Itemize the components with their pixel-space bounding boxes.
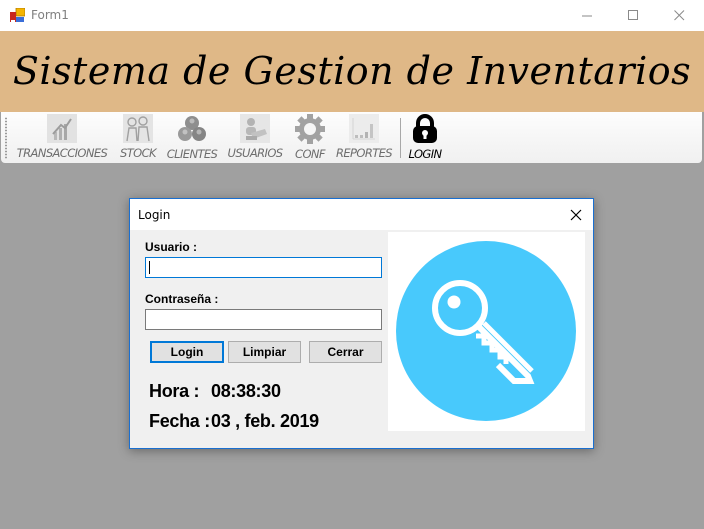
toolbar-conf[interactable]: CONF xyxy=(291,114,329,161)
time-label: Hora : xyxy=(149,381,200,401)
close-icon xyxy=(673,10,684,21)
window-titlebar: Form1 xyxy=(0,0,704,31)
padlock-icon xyxy=(410,114,440,144)
bar-report-icon xyxy=(349,114,379,143)
toolbar-reportes[interactable]: REPORTES xyxy=(335,114,393,160)
app-icon xyxy=(10,7,26,23)
toolbar-stock[interactable]: STOCK xyxy=(117,114,159,160)
dialog-title: Login xyxy=(138,208,171,222)
key-picture xyxy=(388,232,585,431)
close-dialog-button[interactable]: Cerrar xyxy=(309,341,382,363)
time-value: 08:38:30 xyxy=(211,381,281,401)
toolbar-transacciones[interactable]: TRANSACCIONES xyxy=(14,114,110,160)
minimize-icon xyxy=(581,15,592,17)
chart-growth-icon xyxy=(47,114,77,143)
login-button[interactable]: Login xyxy=(150,341,224,363)
toolbar-usuarios[interactable]: USUARIOS xyxy=(226,114,284,160)
toolbar-login[interactable]: LOGIN xyxy=(405,114,445,161)
toolbar-clientes[interactable]: CLIENTES xyxy=(166,114,218,161)
password-label: Contraseña : xyxy=(145,292,219,306)
toolbar-label: LOGIN xyxy=(408,147,442,161)
usuario-label: Usuario : xyxy=(145,240,198,254)
login-dialog: Login Usuario : Contraseña : Login Limpi… xyxy=(129,198,594,449)
users-icon xyxy=(240,114,270,143)
maximize-button[interactable] xyxy=(610,0,656,31)
date-value: 03 , feb. 2019 xyxy=(211,411,319,431)
toolbar-label: USUARIOS xyxy=(227,146,284,160)
gear-icon xyxy=(295,114,325,144)
toolbar-label: STOCK xyxy=(120,146,157,160)
toolbar-label: REPORTES xyxy=(335,146,393,160)
stock-people-icon xyxy=(123,114,153,143)
date-label: Fecha : xyxy=(149,411,210,431)
dialog-close-button[interactable] xyxy=(559,199,593,230)
toolbar-label: CONF xyxy=(295,147,326,161)
toolbar-grip[interactable] xyxy=(5,117,7,159)
toolbar-label: TRANSACCIONES xyxy=(16,146,108,160)
key-icon xyxy=(396,241,576,421)
usuario-input[interactable] xyxy=(145,257,382,278)
minimize-button[interactable] xyxy=(564,0,610,31)
main-toolbar: TRANSACCIONES STOCK CLIENTES USUARIOS CO… xyxy=(1,112,702,163)
maximize-icon xyxy=(627,10,638,20)
close-button[interactable] xyxy=(656,0,702,31)
app-heading: Sistema de Gestion de Inventarios xyxy=(12,49,692,93)
toolbar-separator xyxy=(400,118,401,158)
clients-group-icon xyxy=(177,114,207,144)
toolbar-label: CLIENTES xyxy=(166,147,218,161)
text-caret xyxy=(149,261,150,274)
window-title: Form1 xyxy=(31,8,69,22)
close-icon xyxy=(570,209,582,220)
header-banner: Sistema de Gestion de Inventarios xyxy=(0,31,704,112)
password-input[interactable] xyxy=(145,309,382,330)
clear-button[interactable]: Limpiar xyxy=(228,341,301,363)
dialog-titlebar: Login xyxy=(130,199,593,230)
